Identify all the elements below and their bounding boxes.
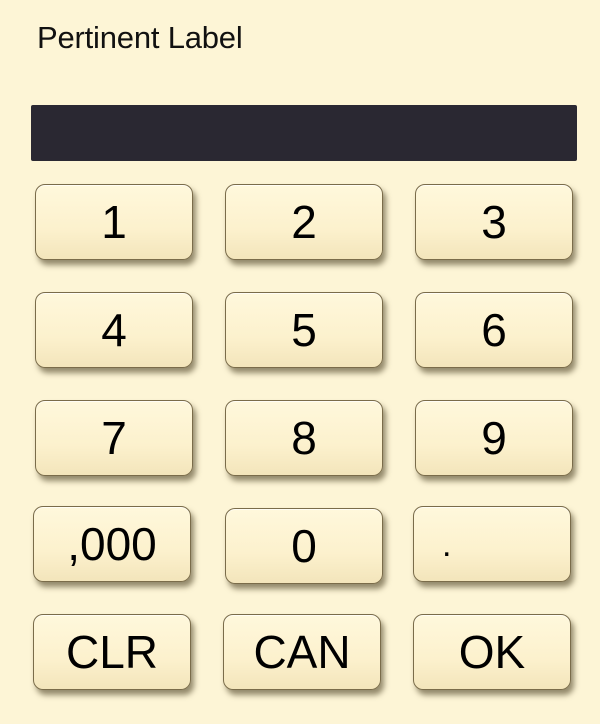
decimal-point-button[interactable]: . (413, 506, 571, 582)
key-6-button[interactable]: 6 (415, 292, 573, 368)
key-7-button[interactable]: 7 (35, 400, 193, 476)
thousands-button[interactable]: ,000 (33, 506, 191, 582)
pertinent-label: Pertinent Label (37, 20, 243, 55)
key-8-button[interactable]: 8 (225, 400, 383, 476)
key-1-button[interactable]: 1 (35, 184, 193, 260)
cancel-button[interactable]: CAN (223, 614, 381, 690)
key-5-button[interactable]: 5 (225, 292, 383, 368)
key-9-button[interactable]: 9 (415, 400, 573, 476)
numeric-display (31, 105, 577, 161)
clear-button[interactable]: CLR (33, 614, 191, 690)
key-2-button[interactable]: 2 (225, 184, 383, 260)
key-4-button[interactable]: 4 (35, 292, 193, 368)
ok-button[interactable]: OK (413, 614, 571, 690)
key-3-button[interactable]: 3 (415, 184, 573, 260)
key-0-button[interactable]: 0 (225, 508, 383, 584)
